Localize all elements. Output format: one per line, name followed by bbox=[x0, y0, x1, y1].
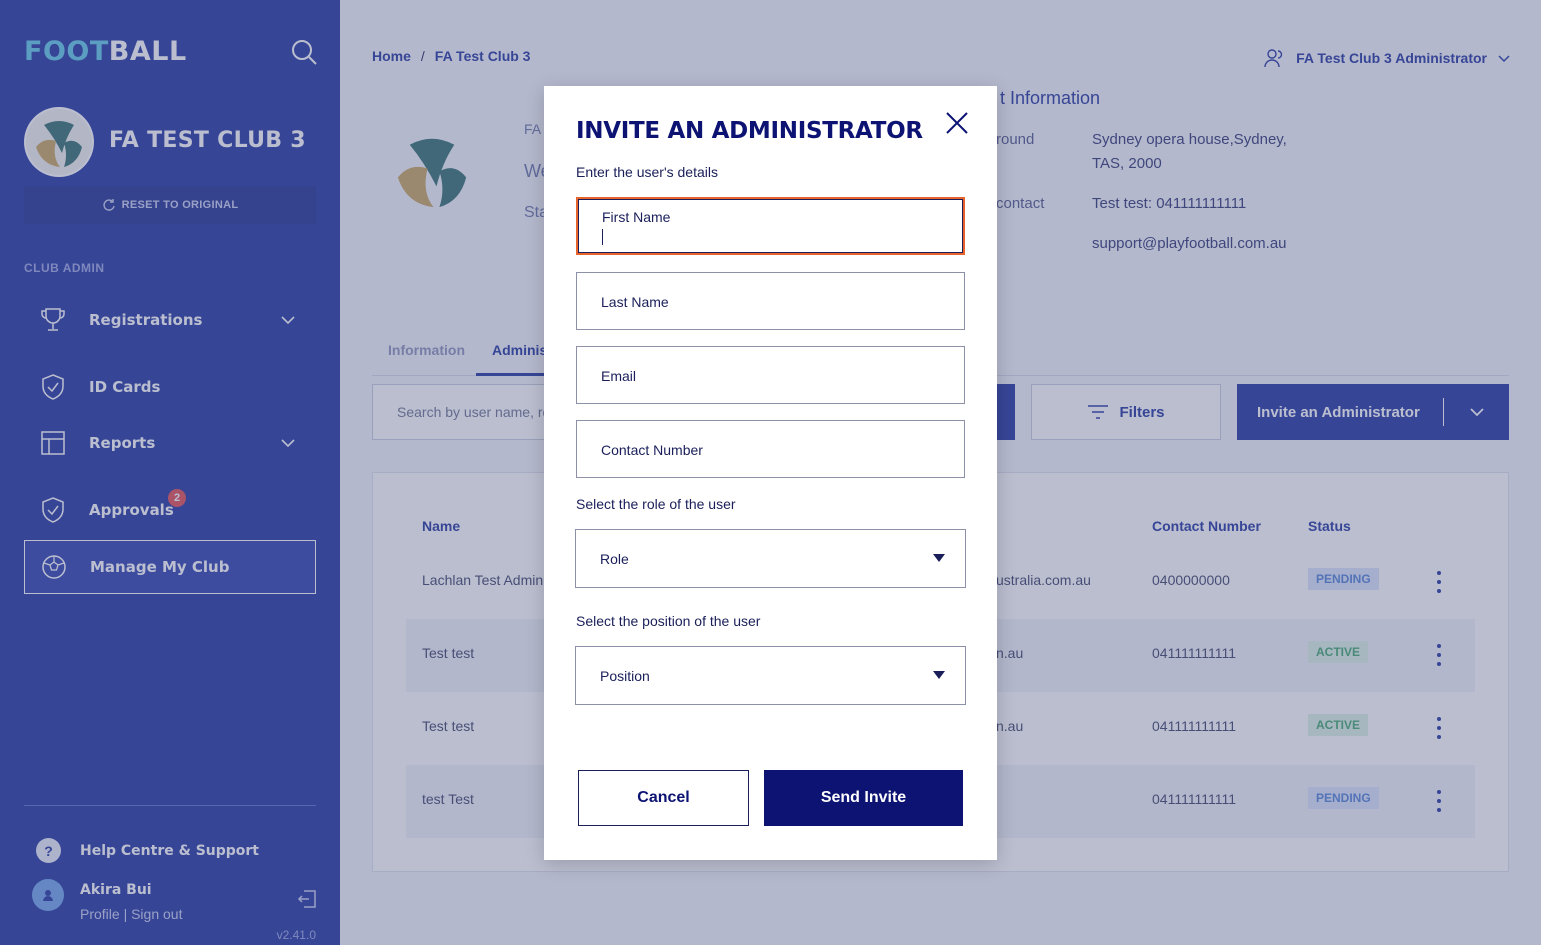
last-name-field[interactable]: Last Name bbox=[576, 272, 965, 330]
contact-number-field[interactable]: Contact Number bbox=[576, 420, 965, 478]
role-select[interactable]: Role bbox=[575, 529, 966, 588]
position-select[interactable]: Position bbox=[575, 646, 966, 705]
role-question: Select the role of the user bbox=[576, 496, 736, 512]
close-icon[interactable] bbox=[944, 110, 970, 136]
text-caret bbox=[602, 229, 603, 245]
modal-subtitle: Enter the user's details bbox=[576, 164, 718, 180]
modal-title: INVITE AN ADMINISTRATOR bbox=[576, 118, 923, 144]
caret-down-icon bbox=[933, 554, 945, 562]
first-name-field[interactable]: First Name bbox=[576, 197, 965, 255]
send-invite-button[interactable]: Send Invite bbox=[764, 770, 963, 826]
cancel-button[interactable]: Cancel bbox=[578, 770, 749, 826]
position-select-value: Position bbox=[600, 668, 650, 684]
contact-number-label: Contact Number bbox=[601, 442, 703, 458]
first-name-label: First Name bbox=[602, 209, 671, 225]
email-field[interactable]: Email bbox=[576, 346, 965, 404]
caret-down-icon bbox=[933, 671, 945, 679]
invite-administrator-modal: INVITE AN ADMINISTRATOR Enter the user's… bbox=[544, 86, 997, 860]
email-label: Email bbox=[601, 368, 637, 384]
role-select-value: Role bbox=[600, 551, 629, 567]
last-name-label: Last Name bbox=[601, 294, 669, 310]
position-question: Select the position of the user bbox=[576, 613, 761, 629]
